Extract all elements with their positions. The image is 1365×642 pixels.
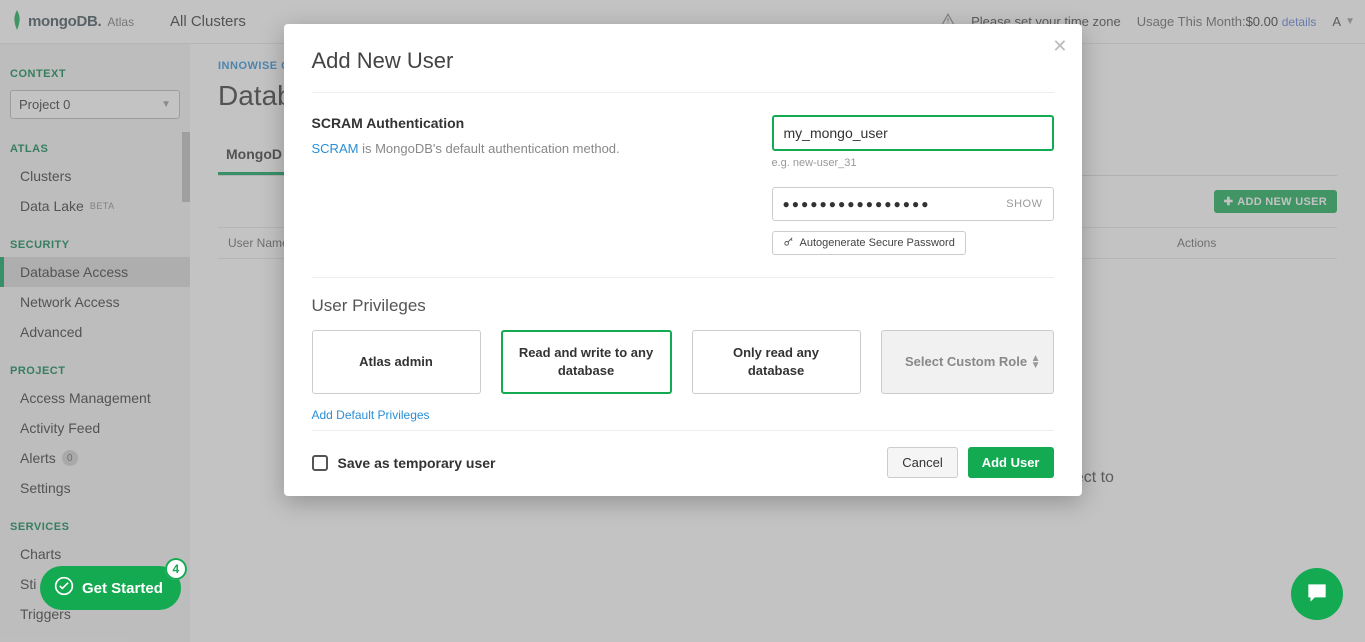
checkbox-icon xyxy=(312,455,328,471)
chat-icon xyxy=(1304,580,1330,609)
get-started-button[interactable]: Get Started 4 xyxy=(40,566,181,610)
priv-option-custom-role[interactable]: Select Custom Role ▲▼ xyxy=(881,330,1054,394)
add-default-privileges-link[interactable]: Add Default Privileges xyxy=(312,408,430,422)
autogenerate-password-button[interactable]: Autogenerate Secure Password xyxy=(772,231,966,255)
priv-option-atlas-admin[interactable]: Atlas admin xyxy=(312,330,481,394)
check-circle-icon xyxy=(54,576,74,600)
key-icon xyxy=(783,236,794,250)
privileges-title: User Privileges xyxy=(312,296,1054,316)
username-hint: e.g. new-user_31 xyxy=(772,157,1054,169)
priv-option-read-only[interactable]: Only read any database xyxy=(692,330,861,394)
username-input[interactable] xyxy=(772,115,1054,151)
cancel-button[interactable]: Cancel xyxy=(887,447,957,478)
add-user-button[interactable]: Add User xyxy=(968,447,1054,478)
priv-option-read-write[interactable]: Read and write to any database xyxy=(501,330,672,394)
add-user-modal: ✕ Add New User SCRAM Authentication SCRA… xyxy=(284,24,1082,496)
scram-title: SCRAM Authentication xyxy=(312,115,752,131)
password-input[interactable]: ●●●●●●●●●●●●●●●● SHOW xyxy=(772,187,1054,221)
save-as-temporary-checkbox[interactable]: Save as temporary user xyxy=(312,455,496,471)
close-icon[interactable]: ✕ xyxy=(1052,36,1067,57)
modal-title: Add New User xyxy=(312,48,1054,74)
get-started-count-badge: 4 xyxy=(165,558,187,580)
show-password-button[interactable]: SHOW xyxy=(1006,198,1042,210)
up-down-icon: ▲▼ xyxy=(1031,355,1041,369)
chat-button[interactable] xyxy=(1291,568,1343,620)
scram-desc: SCRAM is MongoDB's default authenticatio… xyxy=(312,141,752,156)
scram-link[interactable]: SCRAM xyxy=(312,141,359,156)
